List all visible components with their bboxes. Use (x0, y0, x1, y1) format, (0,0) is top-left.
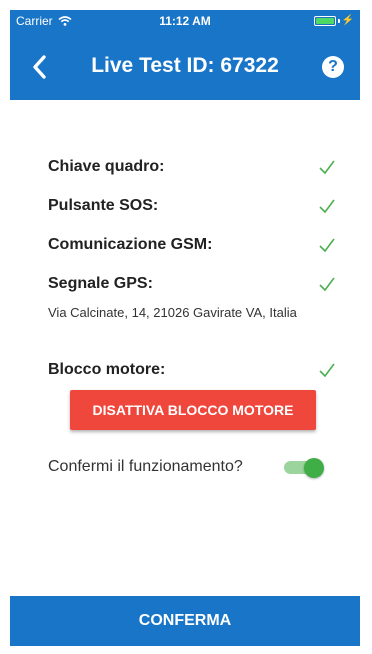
disable-engine-block-button[interactable]: DISATTIVA BLOCCO MOTORE (70, 390, 316, 430)
confirm-function-row: Confermi il funzionamento? (48, 454, 338, 480)
confirm-function-label: Confermi il funzionamento? (48, 458, 243, 475)
check-label: Blocco motore: (48, 361, 166, 378)
check-label: Chiave quadro: (48, 158, 165, 175)
battery-indicator: ⚡ (313, 15, 354, 26)
confirm-button[interactable]: CONFERMA (10, 596, 360, 646)
battery-icon (313, 15, 336, 26)
check-icon (319, 199, 335, 214)
check-icon (319, 277, 335, 292)
check-row-gps: Segnale GPS: (48, 272, 342, 296)
check-icon (319, 238, 335, 253)
check-icon (319, 363, 335, 378)
bolt-icon: ⚡ (341, 15, 354, 26)
gps-address: Via Calcinate, 14, 21026 Gavirate VA, It… (48, 305, 297, 320)
page-title: Live Test ID: 67322 (91, 54, 279, 77)
check-row-engine-block: Blocco motore: (48, 358, 342, 382)
check-label: Comunicazione GSM: (48, 236, 213, 253)
status-time: 11:12 AM (159, 14, 211, 28)
question-circle-icon[interactable]: ? (322, 56, 344, 78)
confirm-toggle[interactable] (284, 458, 324, 478)
check-label: Pulsante SOS: (48, 197, 159, 214)
check-label: Segnale GPS: (48, 275, 153, 292)
nav-bar: Live Test ID: 67322 ? (10, 32, 360, 100)
check-row-sos: Pulsante SOS: (48, 194, 342, 218)
status-bar: Carrier 11:12 AM ⚡ (10, 10, 360, 32)
check-icon (319, 160, 335, 175)
check-row-gsm: Comunicazione GSM: (48, 233, 342, 257)
check-row-key: Chiave quadro: (48, 155, 342, 179)
phone-screen: Carrier 11:12 AM ⚡ Live Test ID: 67322 ?… (10, 10, 360, 646)
test-results: Chiave quadro: Pulsante SOS: Comunicazio… (10, 100, 360, 596)
